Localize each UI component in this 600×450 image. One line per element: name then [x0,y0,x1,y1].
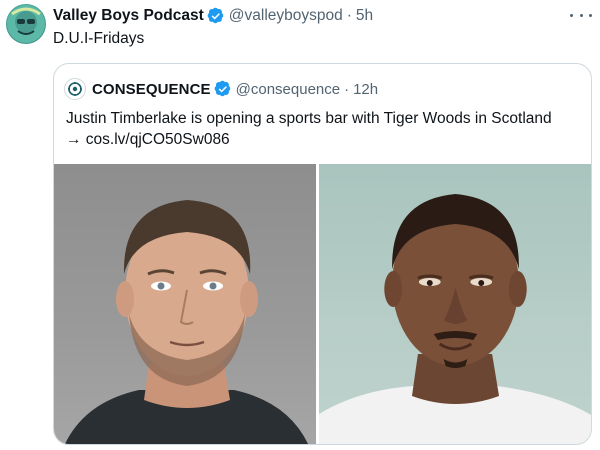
photo-right[interactable] [316,164,591,444]
author-avatar[interactable] [6,4,46,44]
quoted-tweet-timestamp[interactable]: 12h [353,81,378,98]
tweet-timestamp[interactable]: 5h [356,7,373,25]
verified-badge-icon[interactable] [207,7,225,25]
quoted-tweet-text: Justin Timberlake is opening a sports ba… [66,108,586,150]
photo-left[interactable] [54,164,316,444]
quoted-author-name[interactable]: CONSEQUENCE [92,81,211,98]
author-handle[interactable]: @valleyboyspod [229,7,343,25]
quoted-tweet-card[interactable]: CONSEQUENCE @consequence · 12h Justin Ti… [53,63,592,445]
separator-dot: · [346,7,352,24]
quoted-author-avatar[interactable] [64,78,86,100]
quoted-tweet-link[interactable]: → cos.lv/qjCO50Sw086 [66,129,586,150]
author-name[interactable]: Valley Boys Podcast [53,7,204,25]
tweet-header: Valley Boys Podcast @valleyboyspod · 5h [53,5,373,27]
quoted-separator-dot: · [344,80,350,98]
media-grid [54,164,591,444]
more-horizontal-icon[interactable] [570,8,592,22]
quoted-author-handle[interactable]: @consequence [236,81,340,98]
quoted-verified-badge-icon[interactable] [214,80,232,98]
tweet-text: D.U.I-Fridays [53,30,145,47]
quoted-tweet-header: CONSEQUENCE @consequence · 12h [64,78,378,100]
quoted-tweet-text-line: Justin Timberlake is opening a sports ba… [66,110,552,127]
